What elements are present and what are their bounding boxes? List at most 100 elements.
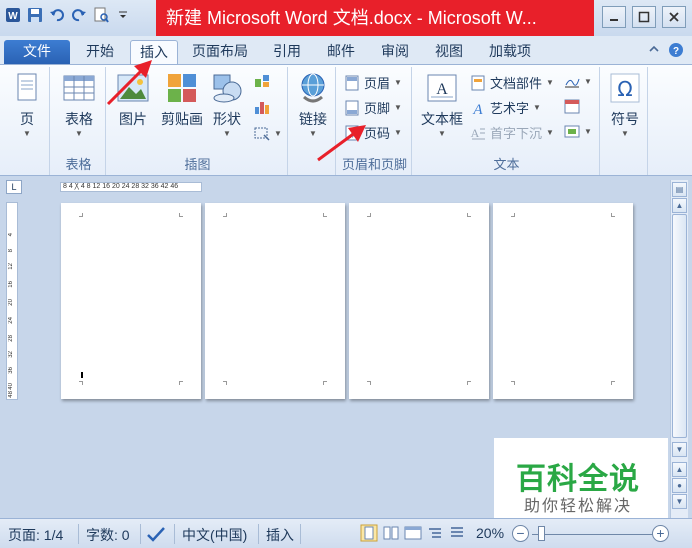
tab-file[interactable]: 文件: [4, 40, 70, 64]
wordart-button[interactable]: A 艺术字 ▼: [470, 98, 541, 118]
svg-text:A: A: [471, 126, 480, 140]
tab-review[interactable]: 审阅: [370, 40, 420, 64]
svg-text:A: A: [472, 102, 483, 116]
header-button[interactable]: 页眉 ▼: [344, 73, 402, 92]
text-cursor: [81, 372, 83, 378]
watermark-subtitle: 助你轻松解决: [524, 498, 633, 515]
omega-icon: Ω: [608, 71, 642, 105]
ruler-tick: 28: [8, 335, 14, 342]
shapes-icon: [210, 71, 244, 105]
chevron-down-icon: ▼: [621, 129, 629, 138]
tab-mailings[interactable]: 邮件: [316, 40, 366, 64]
ruler-tick: 8: [8, 249, 14, 253]
group-label: 文本: [493, 157, 520, 172]
svg-text:W: W: [8, 11, 18, 22]
tab-addins[interactable]: 加载项: [478, 40, 542, 64]
page-1[interactable]: [61, 203, 201, 399]
group-text: A 文本框 ▼ 文档部件 ▼ A 艺术字 ▼ A 首字下沉 ▼ ▼ ▼ 文本: [414, 67, 600, 175]
word-icon[interactable]: W: [4, 6, 22, 24]
symbol-button[interactable]: Ω 符号 ▼: [606, 71, 644, 138]
tab-selector[interactable]: L: [6, 180, 22, 194]
chevron-down-icon: ▼: [394, 128, 402, 137]
previous-page-icon[interactable]: ▲: [672, 462, 687, 477]
signature-icon: [564, 73, 580, 89]
word-count[interactable]: 字数: 0: [86, 525, 130, 545]
undo-icon[interactable]: [48, 6, 66, 24]
outline-view-icon[interactable]: [426, 524, 444, 545]
clipart-button[interactable]: 剪贴画: [158, 71, 206, 129]
redo-icon[interactable]: [70, 6, 88, 24]
smartart-button[interactable]: [254, 73, 270, 89]
quickparts-button[interactable]: 文档部件 ▼: [470, 73, 554, 92]
print-layout-view-icon[interactable]: [360, 524, 378, 545]
scroll-thumb[interactable]: [672, 214, 687, 438]
page-2[interactable]: [205, 203, 345, 399]
vertical-ruler[interactable]: 4 8 12 16 20 24 28 32 36 40 48: [6, 202, 18, 400]
table-icon: [62, 71, 96, 105]
signature-line-button[interactable]: ▼: [564, 73, 592, 89]
full-screen-reading-view-icon[interactable]: [382, 524, 400, 545]
chart-button[interactable]: [254, 99, 270, 115]
collapse-ribbon-icon[interactable]: [646, 42, 662, 58]
language-indicator[interactable]: 中文(中国): [182, 525, 247, 545]
zoom-in-button[interactable]: +: [652, 525, 669, 542]
ruler-tick: 48: [8, 391, 14, 398]
watermark: 百科全说 助你轻松解决: [494, 438, 668, 520]
tab-view[interactable]: 视图: [424, 40, 474, 64]
browse-object-icon[interactable]: ●: [672, 478, 687, 493]
annotation-arrow-insert-tab: [106, 60, 152, 106]
clipart-icon: [165, 71, 199, 105]
annotation-arrow-page-number: [317, 125, 366, 162]
zoom-level[interactable]: 20%: [476, 525, 504, 541]
save-icon[interactable]: [26, 6, 44, 24]
ruler-toggle-icon[interactable]: ▤: [672, 182, 687, 197]
customize-icon[interactable]: [114, 6, 132, 24]
minimize-button[interactable]: [602, 6, 626, 28]
ruler-tick: 12: [8, 263, 14, 270]
window-title: 新建 Microsoft Word 文档.docx - Microsoft W.…: [156, 0, 594, 36]
group-pages: 页 ▼: [4, 67, 50, 175]
chevron-down-icon: ▼: [223, 129, 231, 138]
chevron-down-icon: ▼: [394, 78, 402, 87]
object-button[interactable]: ▼: [564, 123, 592, 139]
screenshot-icon: [254, 125, 270, 141]
horizontal-ruler[interactable]: 8 4 ╳ 4 8 12 16 20 24 28 32 36 42 46: [60, 182, 202, 192]
group-tables: 表格 ▼ 表格: [52, 67, 106, 175]
textbox-button[interactable]: A 文本框 ▼: [418, 71, 466, 138]
vertical-scrollbar[interactable]: ▤ ▲ ▼ ▲ ● ▼: [670, 180, 688, 518]
draft-view-icon[interactable]: [448, 524, 466, 545]
ruler-tick: 4: [8, 233, 14, 237]
chevron-down-icon: ▼: [533, 103, 541, 112]
page-3[interactable]: [349, 203, 489, 399]
dropcap-button[interactable]: A 首字下沉 ▼: [470, 123, 554, 142]
print-preview-icon[interactable]: [92, 6, 110, 24]
maximize-button[interactable]: [632, 6, 656, 28]
screenshot-button[interactable]: ▼: [254, 125, 282, 141]
group-label: 表格: [65, 157, 92, 172]
scroll-down-icon[interactable]: ▼: [672, 442, 687, 457]
help-icon[interactable]: ?: [668, 42, 684, 58]
zoom-out-button[interactable]: −: [512, 525, 529, 542]
page-button[interactable]: 页 ▼: [8, 71, 46, 138]
chevron-down-icon: ▼: [584, 126, 592, 136]
close-button[interactable]: [662, 6, 686, 28]
shapes-button[interactable]: 形状 ▼: [208, 71, 246, 138]
insert-mode-indicator[interactable]: 插入: [266, 525, 294, 545]
tab-references[interactable]: 引用: [262, 40, 312, 64]
tab-page-layout[interactable]: 页面布局: [182, 40, 258, 64]
page-count[interactable]: 页面: 1/4: [8, 525, 63, 545]
proofing-icon[interactable]: [146, 525, 166, 546]
web-layout-view-icon[interactable]: [404, 524, 422, 545]
chevron-down-icon: ▼: [75, 129, 83, 138]
ruler-tick: 32: [8, 351, 14, 358]
next-page-icon[interactable]: ▼: [672, 494, 687, 509]
footer-button[interactable]: 页脚 ▼: [344, 98, 402, 117]
scroll-up-icon[interactable]: ▲: [672, 198, 687, 213]
smartart-icon: [254, 73, 270, 89]
zoom-slider[interactable]: [532, 534, 654, 535]
page-4[interactable]: [493, 203, 633, 399]
header-icon: [344, 75, 360, 91]
datetime-button[interactable]: [564, 98, 580, 114]
zoom-slider-thumb[interactable]: [538, 526, 545, 541]
table-button[interactable]: 表格 ▼: [58, 71, 100, 138]
